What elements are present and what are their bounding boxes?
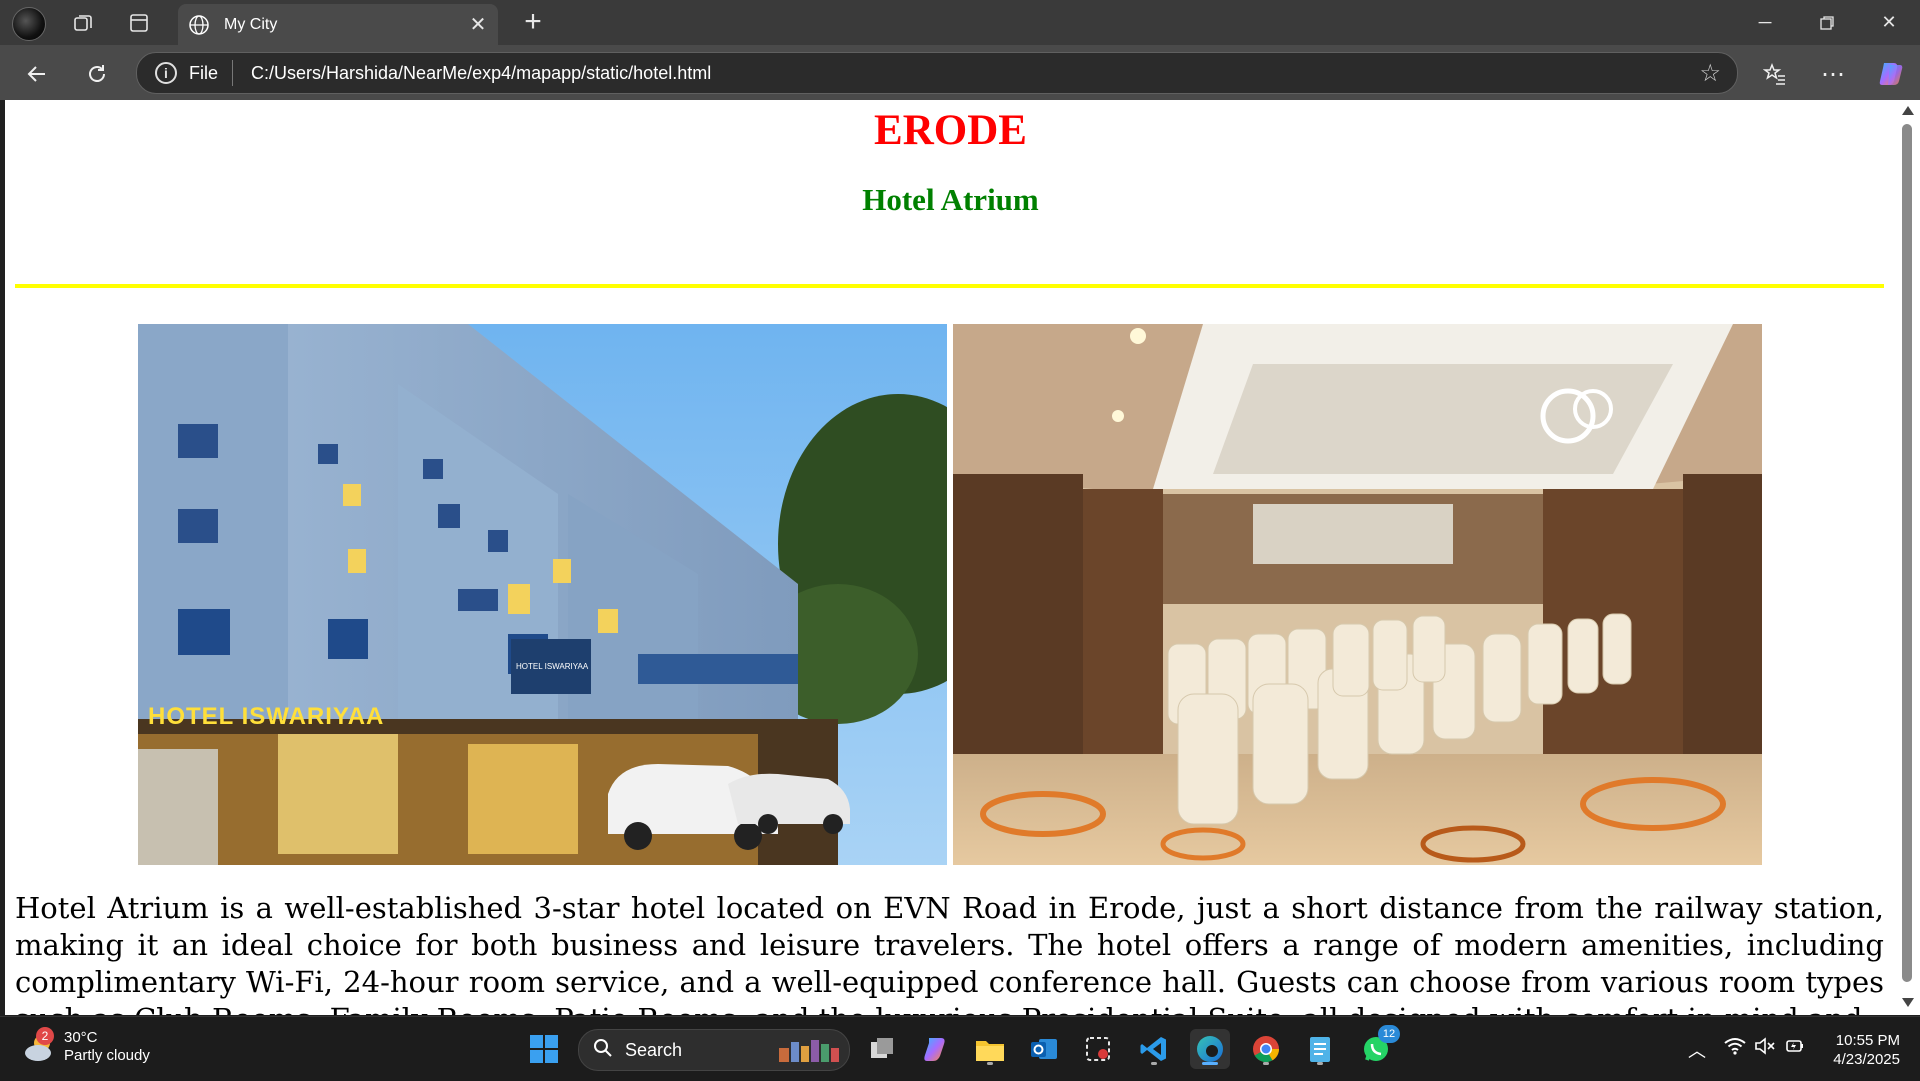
chrome-icon[interactable] [1246, 1029, 1286, 1069]
minimize-button[interactable]: ─ [1734, 0, 1796, 45]
vscode-icon[interactable] [1134, 1029, 1174, 1069]
copilot-app-icon[interactable] [916, 1029, 956, 1069]
page-scrollbar[interactable] [1896, 100, 1920, 1015]
close-window-button[interactable]: ✕ [1858, 0, 1920, 45]
start-icon[interactable] [524, 1029, 564, 1069]
clock-date: 4/23/2025 [1833, 1051, 1900, 1068]
hotel-description: Hotel Atrium is a well-established 3-sta… [15, 891, 1884, 1015]
browser-toolbar: i File C:/Users/Harshida/NearMe/exp4/map… [0, 45, 1920, 100]
refresh-button[interactable] [78, 55, 116, 93]
system-clock[interactable]: 10:55 PM 4/23/2025 [1820, 1031, 1900, 1069]
wifi-icon[interactable] [1724, 1037, 1746, 1060]
show-hidden-icons-chevron-icon[interactable]: ︿ [1688, 1037, 1706, 1063]
file-explorer-icon[interactable] [970, 1029, 1010, 1069]
weather-icon: 2 [22, 1027, 60, 1065]
active-indicator [1202, 1062, 1218, 1065]
browser-tab-strip: My City ✕ + ─ ✕ [0, 0, 1920, 45]
page-viewport: ERODE Hotel Atrium HOTEL ISWARIYAA HOTEL… [5, 100, 1896, 1015]
running-indicator [1151, 1062, 1157, 1065]
hotel-sign-text: HOTEL ISWARIYAA [148, 703, 384, 730]
tab-title: My City [224, 15, 278, 33]
hotel-name-heading: Hotel Atrium [862, 182, 1039, 217]
search-icon [593, 1038, 613, 1063]
site-info-icon[interactable]: i [155, 62, 177, 84]
weather-badge: 2 [36, 1027, 54, 1045]
page-title: ERODE [874, 107, 1027, 154]
yellow-divider [15, 284, 1884, 288]
weather-widget[interactable]: 2 30°C Partly cloudy [22, 1027, 150, 1065]
whatsapp-badge: 12 [1378, 1025, 1400, 1043]
running-indicator [987, 1062, 993, 1065]
task-view-icon[interactable] [862, 1029, 902, 1069]
more-menu-icon[interactable]: ⋯ [1814, 55, 1852, 93]
windows-taskbar: 2 30°C Partly cloudy Search 12 ︿ 10:55 P… [0, 1016, 1920, 1081]
taskbar-search[interactable]: Search [578, 1029, 850, 1071]
hotel-exterior-image: HOTEL ISWARIYAA HOTEL ISWARIYAA [138, 324, 947, 865]
clock-time: 10:55 PM [1835, 1032, 1900, 1049]
running-indicator [1263, 1062, 1269, 1065]
globe-icon [186, 12, 212, 38]
battery-icon[interactable] [1784, 1037, 1806, 1060]
workspaces-icon[interactable] [66, 6, 100, 40]
favorites-icon[interactable] [1756, 55, 1794, 93]
back-button[interactable] [18, 55, 56, 93]
close-tab-icon[interactable]: ✕ [464, 10, 492, 38]
volume-muted-icon[interactable] [1754, 1037, 1776, 1060]
profile-avatar[interactable] [12, 7, 46, 41]
copilot-icon[interactable] [1872, 55, 1910, 93]
address-url[interactable]: C:/Users/Harshida/NearMe/exp4/mapapp/sta… [251, 63, 711, 84]
hotel-sign-small: HOTEL ISWARIYAA [516, 662, 589, 671]
conference-hall-image [953, 324, 1762, 865]
scroll-up-arrow-icon[interactable] [1902, 106, 1914, 115]
favorite-star-icon[interactable]: ☆ [1699, 59, 1721, 88]
new-tab-button[interactable]: + [516, 5, 550, 39]
vertical-tabs-icon[interactable] [122, 6, 156, 40]
notepad-icon[interactable] [1300, 1029, 1340, 1069]
search-highlight-icon [777, 1036, 841, 1069]
address-scheme: File [189, 62, 219, 83]
address-separator [232, 60, 234, 86]
scroll-down-arrow-icon[interactable] [1902, 998, 1914, 1007]
running-indicator [1317, 1062, 1323, 1065]
restore-button[interactable] [1796, 0, 1858, 45]
whatsapp-icon[interactable]: 12 [1356, 1025, 1400, 1069]
address-bar[interactable]: i File C:/Users/Harshida/NearMe/exp4/map… [136, 52, 1738, 94]
weather-temp: 30°C [64, 1029, 98, 1046]
scrollbar-thumb[interactable] [1902, 124, 1912, 982]
snipping-tool-icon[interactable] [1078, 1029, 1118, 1069]
weather-desc: Partly cloudy [64, 1047, 150, 1064]
search-label: Search [625, 1039, 683, 1060]
edge-icon[interactable] [1190, 1029, 1230, 1069]
active-tab[interactable]: My City ✕ [178, 4, 498, 45]
outlook-icon[interactable] [1024, 1029, 1064, 1069]
